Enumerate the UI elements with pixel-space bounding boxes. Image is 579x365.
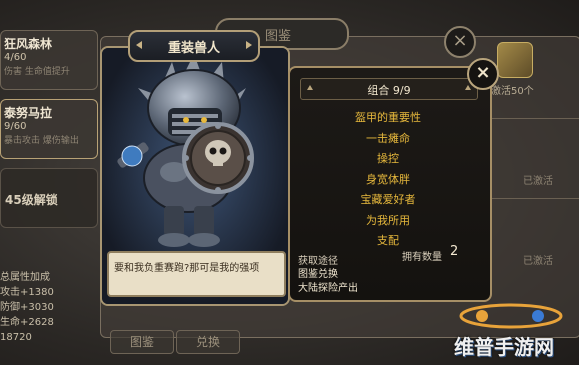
stat-defense: 防御+3030: [0, 302, 54, 313]
card-title-banner: 重装兽人: [128, 30, 260, 62]
activated-label: 已激活: [523, 256, 553, 267]
panel-close-button[interactable]: ×: [444, 26, 476, 58]
region-progress: 9/60: [4, 121, 27, 132]
region-progress: 4/60: [4, 52, 27, 63]
divider: [489, 198, 579, 199]
watermark-logo-icon: [459, 303, 563, 329]
owned-count-value: 2: [450, 244, 459, 259]
character-quote: 要和我负重赛跑?那可是我的强项: [107, 251, 286, 297]
exchange-button[interactable]: 兑换: [176, 330, 240, 354]
trait-item[interactable]: 盔甲的重要性: [290, 108, 486, 129]
combo-label: 组合 9/9: [367, 84, 411, 97]
reward-badge-icon[interactable]: [497, 42, 533, 78]
region-desc: 暴击攻击 爆伤输出: [4, 136, 79, 146]
locked-label: 45级解锁: [5, 193, 58, 207]
trait-item[interactable]: 操控: [290, 149, 486, 170]
owned-count-label: 拥有数量: [402, 252, 442, 263]
header-right-arrow-icon: [465, 85, 471, 90]
card-info-panel: 组合 9/9 盔甲的重要性 一击瘫命 操控 身宽体胖 宝藏爱好者 为我所用 支配…: [288, 66, 492, 302]
trait-item[interactable]: 为我所用: [290, 211, 486, 232]
acquire-method[interactable]: 图鉴兑换: [298, 265, 338, 280]
watermark-text: 维普手游网: [454, 335, 554, 359]
quote-text: 要和我负重赛跑?那可是我的强项: [114, 263, 260, 274]
site-watermark: 维普手游网: [434, 298, 579, 365]
region-name: 泰努马拉: [4, 106, 53, 120]
stat-hp: 生命+2628: [0, 317, 54, 328]
card-title: 重装兽人: [167, 41, 220, 56]
close-button[interactable]: ×: [467, 58, 499, 90]
trait-item[interactable]: 宝藏爱好者: [290, 190, 486, 211]
locked-region-card[interactable]: 45级解锁: [0, 168, 98, 228]
banner-right-ornament-icon: [246, 41, 252, 49]
total-stats: 总属性加成 攻击+1380 防御+3030 生命+2628 18720: [0, 270, 96, 345]
stats-title: 总属性加成: [0, 272, 50, 283]
trait-item[interactable]: 身宽体胖: [290, 170, 486, 191]
tab-collection-label: 图鉴: [265, 29, 292, 44]
activated-label: 已激活: [523, 176, 553, 187]
trait-list: 盔甲的重要性 一击瘫命 操控 身宽体胖 宝藏爱好者 为我所用 支配: [290, 108, 486, 252]
stat-attack: 攻击+1380: [0, 287, 54, 298]
region-desc: 伤害 生命值提升: [4, 67, 70, 77]
region-list: 狂风森林 4/60 伤害 生命值提升 泰努马拉 9/60 暴击攻击 爆伤输出 4…: [0, 0, 98, 365]
divider: [489, 118, 579, 119]
acquire-method[interactable]: 大陆探险产出: [298, 279, 358, 294]
collection-button[interactable]: 图鉴: [110, 330, 174, 354]
region-name: 狂风森林: [4, 37, 53, 51]
close-icon: ×: [475, 62, 491, 83]
stat-extra: 18720: [0, 332, 32, 343]
trait-item[interactable]: 一击瘫命: [290, 129, 486, 150]
region-card-1[interactable]: 狂风森林 4/60 伤害 生命值提升: [0, 30, 98, 90]
region-card-2[interactable]: 泰努马拉 9/60 暴击攻击 爆伤输出: [0, 99, 98, 159]
combo-header: 组合 9/9: [300, 78, 478, 100]
reward-column: 激活50个 已激活 已激活: [489, 38, 579, 338]
reward-badge-label: 激活50个: [491, 86, 534, 97]
